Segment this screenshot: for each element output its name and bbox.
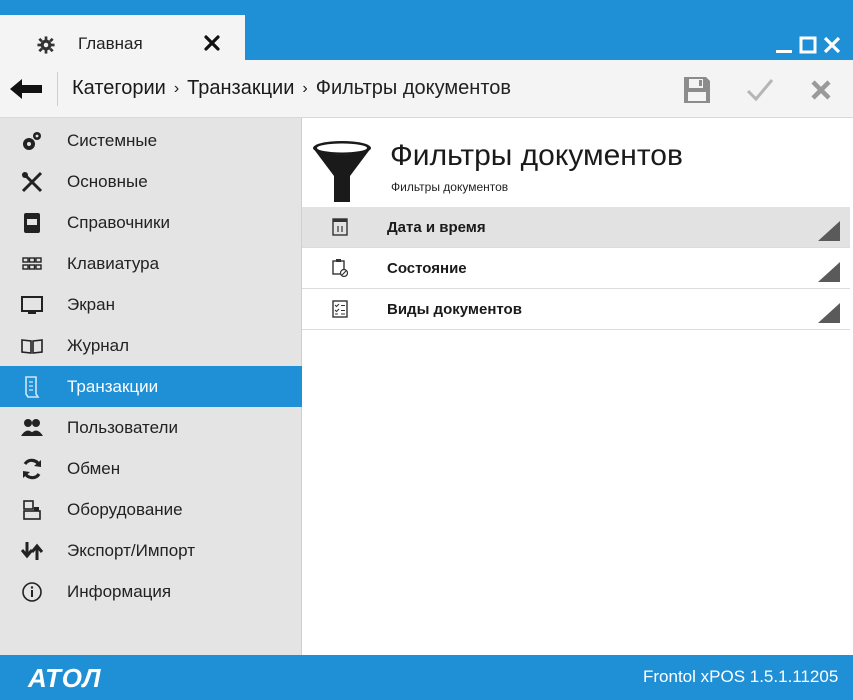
sidebar-item-label: Информация [67,581,172,601]
status-bar: АТОЛ Frontol xPOS 1.5.1.11205 [0,655,853,700]
sidebar-item-label: Экран [67,294,115,314]
checklist-icon [332,300,348,318]
sidebar-item-transactions[interactable]: Транзакции [0,366,302,407]
sidebar-item-users[interactable]: Пользователи [0,407,302,448]
sidebar-item-information[interactable]: Информация [0,571,302,612]
users-icon [21,418,43,436]
sidebar-item-export-import[interactable]: Экспорт/Импорт [0,530,302,571]
save-icon[interactable] [683,76,711,104]
check-icon[interactable] [746,78,774,102]
divider [57,72,58,106]
close-icon[interactable] [823,36,841,54]
filter-row-label: Дата и время [387,219,486,236]
expand-triangle-icon[interactable] [818,262,840,282]
gears-icon [23,131,41,150]
gear-icon [37,36,55,54]
monitor-icon [21,295,43,314]
sidebar-item-label: Оборудование [67,499,183,519]
breadcrumb-item-transactions[interactable]: Транзакции [187,77,294,100]
sidebar-item-label: Транзакции [67,376,159,396]
sidebar-item-label: Справочники [67,212,170,232]
keyboard-icon [22,256,42,270]
info-icon [22,581,42,602]
sidebar: Системные Основные Справочники Клавиатур… [0,118,302,655]
sidebar-item-label: Основные [67,171,148,191]
filter-row-document-types[interactable]: Виды документов [302,289,850,330]
sidebar-item-label: Системные [67,130,158,150]
back-arrow-icon[interactable] [10,79,42,99]
sidebar-item-exchange[interactable]: Обмен [0,448,302,489]
breadcrumb-bar: Категории › Транзакции › Фильтры документов [0,60,853,118]
expand-triangle-icon[interactable] [818,303,840,323]
logo: АТОЛ [28,663,102,693]
sidebar-item-system[interactable]: Системные [0,120,302,161]
sidebar-item-screen[interactable]: Экран [0,284,302,325]
breadcrumb-separator: › [302,80,308,97]
book-icon [24,212,40,233]
title-bar: Главная [0,0,853,60]
journal-icon [21,338,43,354]
breadcrumb: Категории › Транзакции › Фильтры документов [72,77,511,100]
tab-label: Главная [78,34,143,53]
filter-row-label: Виды документов [387,301,522,318]
main-panel: Фильтры документов Фильтры документов Да… [302,118,853,655]
expand-triangle-icon[interactable] [818,221,840,241]
sidebar-item-journal[interactable]: Журнал [0,325,302,366]
filter-row-status[interactable]: Состояние [302,248,850,289]
calendar-icon [332,218,348,236]
sidebar-item-keyboard[interactable]: Клавиатура [0,243,302,284]
filter-row-label: Состояние [387,260,467,277]
clipboard-status-icon [332,259,348,277]
window-controls [775,36,841,54]
sidebar-item-label: Обмен [67,458,121,478]
maximize-icon[interactable] [799,36,817,54]
sync-icon [23,458,41,479]
tools-icon [21,171,43,192]
cash-register-icon [23,499,41,520]
tab-home[interactable]: Главная [0,15,245,60]
cancel-icon[interactable] [810,79,832,101]
receipt-icon [25,375,40,398]
sidebar-item-equipment[interactable]: Оборудование [0,489,302,530]
breadcrumb-separator: › [173,80,180,97]
version-label: Frontol xPOS 1.5.1.11205 [643,667,839,686]
funnel-icon [313,141,371,202]
sidebar-item-label: Экспорт/Импорт [67,540,196,560]
export-import-icon [21,541,43,560]
tab-close-icon[interactable] [203,34,221,52]
page-title: Фильтры документов [390,139,683,172]
sidebar-item-main[interactable]: Основные [0,161,302,202]
sidebar-item-label: Пользователи [67,417,178,437]
breadcrumb-item-categories[interactable]: Категории [72,77,166,100]
page-subtitle: Фильтры документов [391,180,509,194]
filter-row-datetime[interactable]: Дата и время [302,207,850,248]
breadcrumb-item-current: Фильтры документов [315,77,511,99]
sidebar-item-references[interactable]: Справочники [0,202,302,243]
sidebar-item-label: Клавиатура [67,253,160,273]
minimize-icon[interactable] [775,36,793,54]
sidebar-item-label: Журнал [67,335,130,355]
